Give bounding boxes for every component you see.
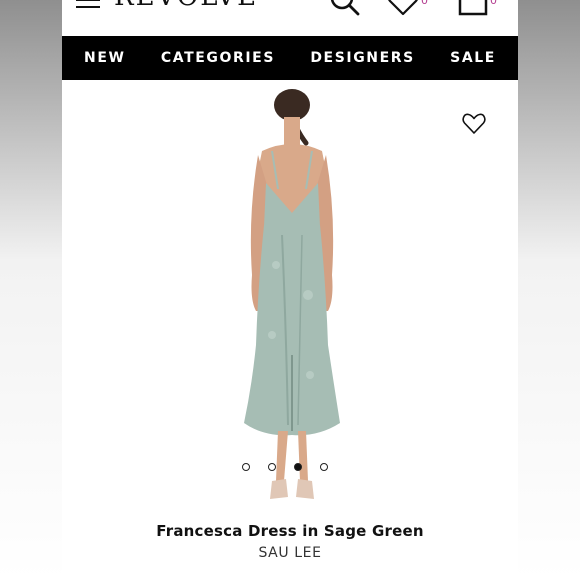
nav-sale[interactable]: SALE — [450, 50, 496, 66]
top-header: REVOLVE 0 0 — [62, 0, 518, 36]
mobile-page: REVOLVE 0 0 NEW CATEGORIES DESIGNERS SAL… — [62, 0, 518, 580]
left-backdrop — [0, 0, 62, 580]
search-icon[interactable] — [330, 0, 362, 16]
nav-designers[interactable]: DESIGNERS — [310, 50, 415, 66]
main-navigation: NEW CATEGORIES DESIGNERS SALE — [62, 36, 518, 80]
product-title: Francesca Dress in Sage Green — [156, 522, 424, 540]
right-backdrop — [518, 0, 580, 580]
site-logo[interactable]: REVOLVE — [114, 0, 258, 12]
bag-count: 0 — [490, 0, 497, 7]
nav-categories[interactable]: CATEGORIES — [161, 50, 275, 66]
shopping-bag-icon[interactable] — [456, 0, 490, 16]
product-gallery[interactable] — [62, 80, 518, 512]
gallery-dot-4[interactable] — [320, 463, 328, 471]
gallery-dot-3[interactable] — [294, 463, 302, 471]
wishlist-heart-icon[interactable] — [462, 113, 486, 135]
nav-new[interactable]: NEW — [84, 50, 126, 66]
gallery-dot-2[interactable] — [268, 463, 276, 471]
product-image[interactable] — [222, 85, 362, 513]
product-brand[interactable]: SAU LEE — [62, 545, 518, 561]
heart-icon[interactable] — [387, 0, 419, 16]
wishlist-count: 0 — [421, 0, 428, 7]
menu-icon[interactable] — [76, 0, 100, 10]
gallery-dot-1[interactable] — [242, 463, 250, 471]
gallery-pagination — [242, 463, 328, 471]
